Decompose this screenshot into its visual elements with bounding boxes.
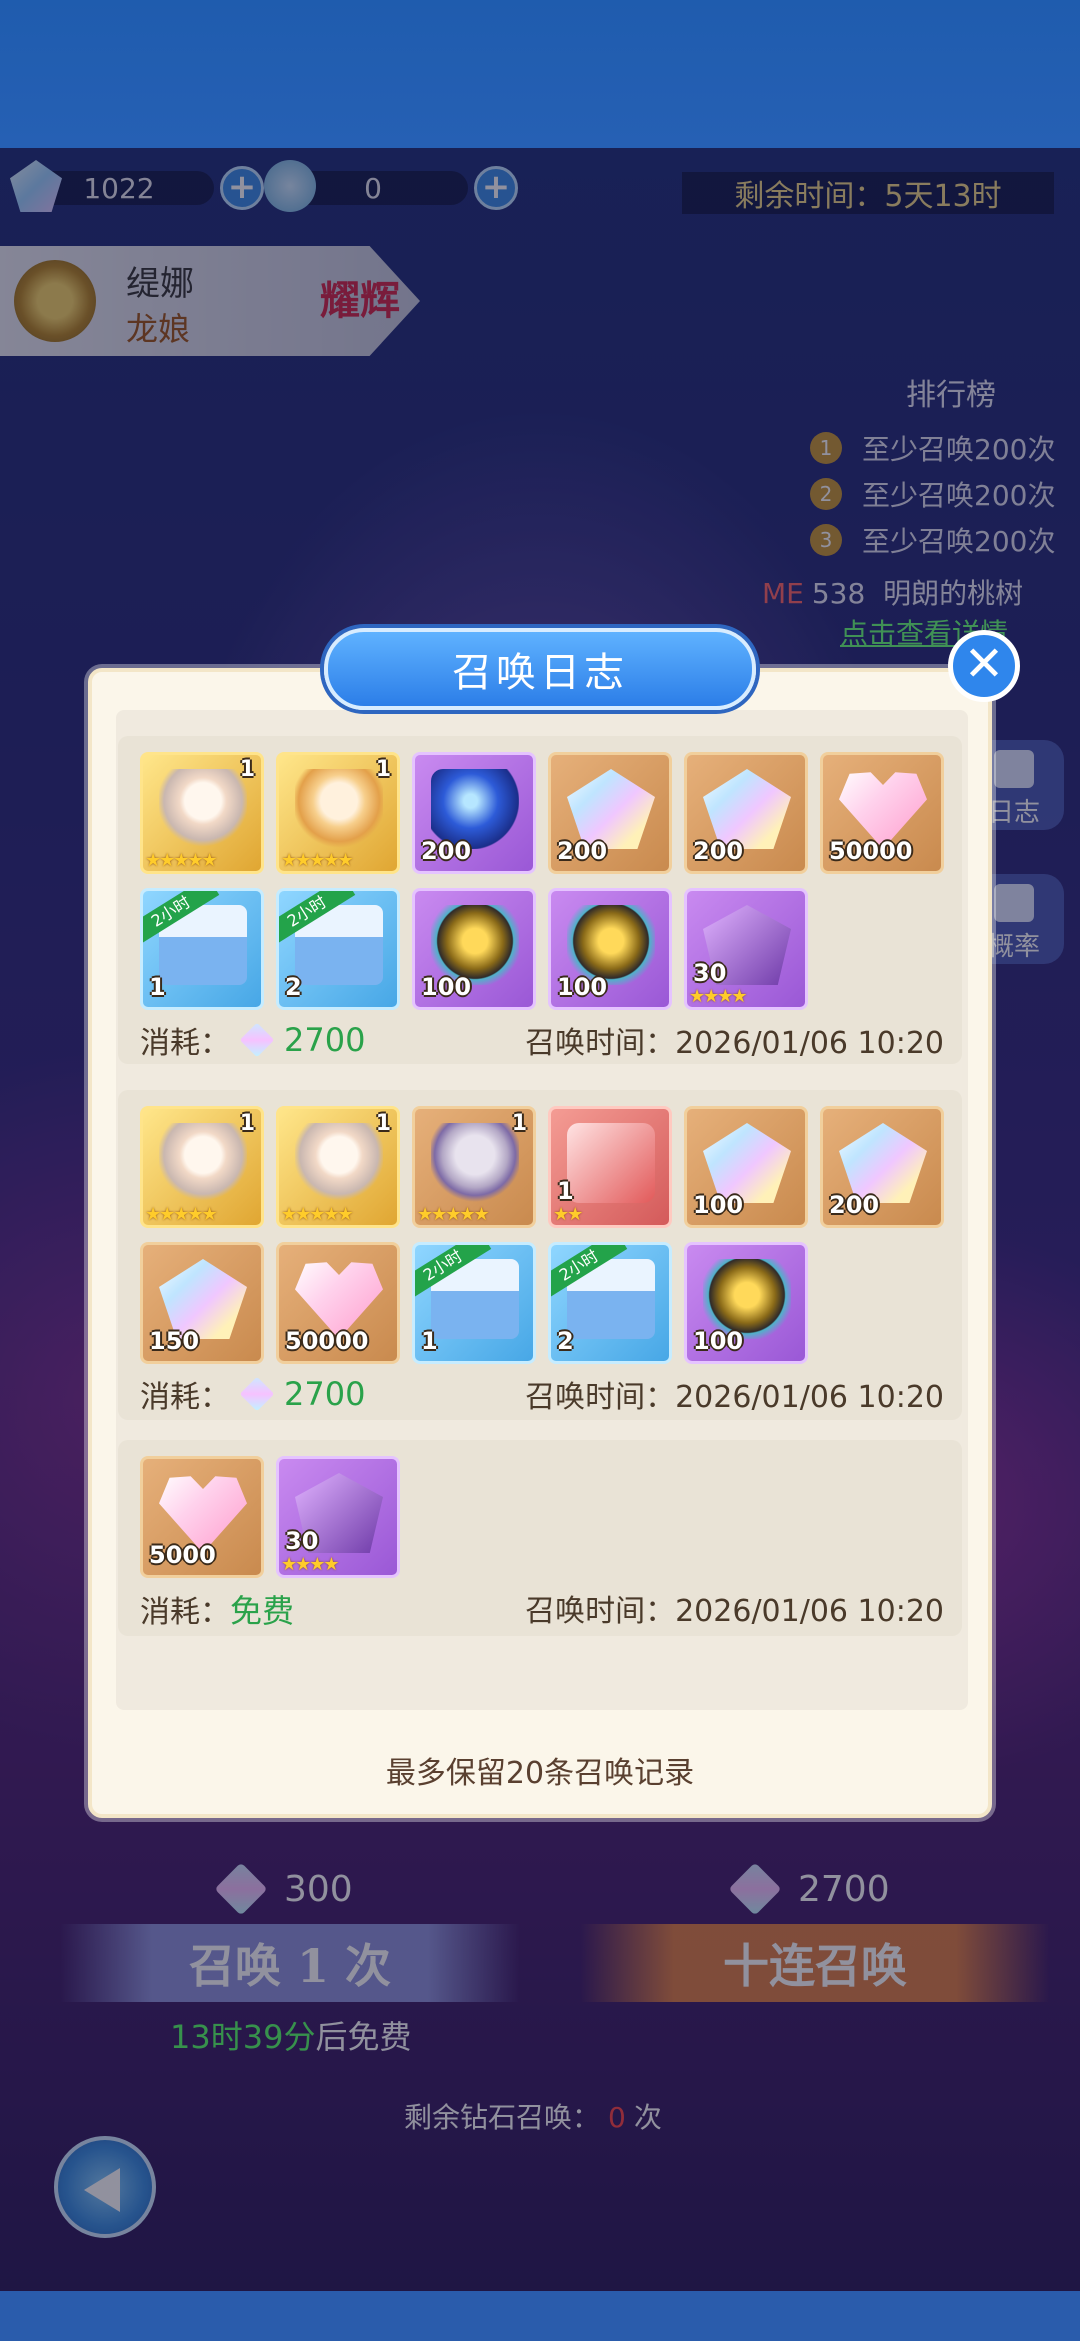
cost-value: 免费	[230, 1592, 295, 1630]
star-rating: ★★★★	[281, 1554, 340, 1575]
cost-label: 消耗：	[140, 1595, 230, 1630]
diamond-icon	[239, 1022, 275, 1058]
cost-label: 消耗：	[140, 1380, 230, 1415]
record-time: 召唤时间：2026/01/06 10:20	[525, 1586, 944, 1630]
hero-icon	[159, 1123, 247, 1203]
item-quantity: 30	[693, 959, 727, 987]
reward-item[interactable]: 30 ★★★★	[684, 888, 808, 1010]
star-rating: ★★★★★	[417, 1204, 490, 1225]
reward-item[interactable]: 100	[548, 888, 672, 1010]
cost-label: 消耗：	[140, 1026, 230, 1061]
reward-item[interactable]: 2小时 1	[412, 1242, 536, 1364]
star-rating: ★★★★★	[281, 1204, 354, 1225]
item-quantity: 200	[693, 837, 744, 865]
diamond-icon	[239, 1376, 275, 1412]
item-quantity: 100	[557, 973, 608, 1001]
item-quantity: 100	[693, 1191, 744, 1219]
record-cost: 消耗： 2700	[140, 1372, 365, 1416]
reward-item[interactable]: 50000	[820, 752, 944, 874]
reward-item[interactable]: 200	[412, 752, 536, 874]
reward-item[interactable]: 1 ★★	[548, 1106, 672, 1228]
item-quantity: 1	[557, 1177, 574, 1205]
record-card: 1 ★★★★★ 1 ★★★★★ 200 200 200 50000 2小时 1 2小时 2 100 100…	[118, 736, 962, 1064]
reward-item[interactable]: 2小时 1	[140, 888, 264, 1010]
cost-value-wrap: 2700	[230, 1375, 365, 1413]
star-rating: ★★★★★	[281, 850, 354, 871]
item-quantity: 1	[149, 973, 166, 1001]
star-rating: ★★★★★	[145, 1204, 218, 1225]
record-cost: 消耗： 2700	[140, 1018, 365, 1062]
time-value: 2026/01/06 10:20	[675, 1594, 944, 1629]
time-value: 2026/01/06 10:20	[675, 1026, 944, 1061]
reward-item[interactable]: 1 ★★★★★	[140, 1106, 264, 1228]
item-count: 1	[239, 757, 255, 782]
star-rating: ★★★★	[689, 986, 748, 1007]
modal-title: 召唤日志	[324, 628, 756, 710]
reward-item[interactable]: 200	[820, 1106, 944, 1228]
heroB-icon	[295, 769, 383, 849]
cost-value-wrap: 2700	[230, 1021, 365, 1059]
item-quantity: 200	[421, 837, 472, 865]
item-quantity: 50000	[829, 837, 913, 865]
reward-item[interactable]: 1 ★★★★★	[276, 752, 400, 874]
reward-item[interactable]: 200	[684, 752, 808, 874]
reward-item[interactable]: 150	[140, 1242, 264, 1364]
time-label: 召唤时间：	[525, 1594, 676, 1629]
reward-item[interactable]: 2小时 2	[276, 888, 400, 1010]
time-label: 召唤时间：	[525, 1026, 676, 1061]
time-label: 召唤时间：	[525, 1380, 676, 1415]
hero-icon	[159, 769, 247, 849]
item-count: 1	[239, 1111, 255, 1136]
star-rating: ★★★★★	[145, 850, 218, 871]
star-rating: ★★	[553, 1204, 583, 1225]
cost-value: 2700	[284, 1021, 366, 1059]
item-quantity: 1	[421, 1327, 438, 1355]
reward-item[interactable]: 1 ★★★★★	[276, 1106, 400, 1228]
item-quantity: 50000	[285, 1327, 369, 1355]
item-count: 1	[375, 757, 391, 782]
box-icon	[567, 1123, 655, 1203]
cost-value: 2700	[284, 1375, 366, 1413]
record-card: 5000 30 ★★★★ 消耗： 免费 召唤时间：2026/01/06 10:20	[118, 1440, 962, 1636]
record-cost: 消耗： 免费	[140, 1586, 294, 1632]
reward-item[interactable]: 50000	[276, 1242, 400, 1364]
record-card: 1 ★★★★★ 1 ★★★★★ 1 ★★★★★ 1 ★★ 100 200 150 50000 2小时 1 2…	[118, 1090, 962, 1420]
reward-item[interactable]: 2小时 2	[548, 1242, 672, 1364]
reward-item[interactable]: 30 ★★★★	[276, 1456, 400, 1578]
item-count: 1	[511, 1111, 527, 1136]
time-value: 2026/01/06 10:20	[675, 1380, 944, 1415]
item-quantity: 200	[829, 1191, 880, 1219]
reward-item[interactable]: 5000	[140, 1456, 264, 1578]
cost-value-wrap: 免费	[230, 1586, 294, 1632]
item-quantity: 100	[693, 1327, 744, 1355]
reward-item[interactable]: 100	[684, 1106, 808, 1228]
hero-icon	[295, 1123, 383, 1203]
item-quantity: 100	[421, 973, 472, 1001]
item-quantity: 5000	[149, 1541, 216, 1569]
heroR-icon	[431, 1123, 519, 1203]
record-time: 召唤时间：2026/01/06 10:20	[525, 1372, 944, 1416]
reward-item[interactable]: 100	[412, 888, 536, 1010]
bottom-band	[0, 2291, 1080, 2341]
item-quantity: 2	[285, 973, 302, 1001]
modal-footer-note: 最多保留20条召唤记录	[385, 1756, 695, 1791]
top-band	[0, 0, 1080, 148]
reward-item[interactable]: 1 ★★★★★	[140, 752, 264, 874]
record-time: 召唤时间：2026/01/06 10:20	[525, 1018, 944, 1062]
item-quantity: 200	[557, 837, 608, 865]
reward-item[interactable]: 200	[548, 752, 672, 874]
item-count: 1	[375, 1111, 391, 1136]
close-button[interactable]: ✕	[948, 630, 1020, 702]
reward-item[interactable]: 100	[684, 1242, 808, 1364]
reward-item[interactable]: 1 ★★★★★	[412, 1106, 536, 1228]
item-quantity: 2	[557, 1327, 574, 1355]
item-quantity: 150	[149, 1327, 200, 1355]
item-quantity: 30	[285, 1527, 319, 1555]
